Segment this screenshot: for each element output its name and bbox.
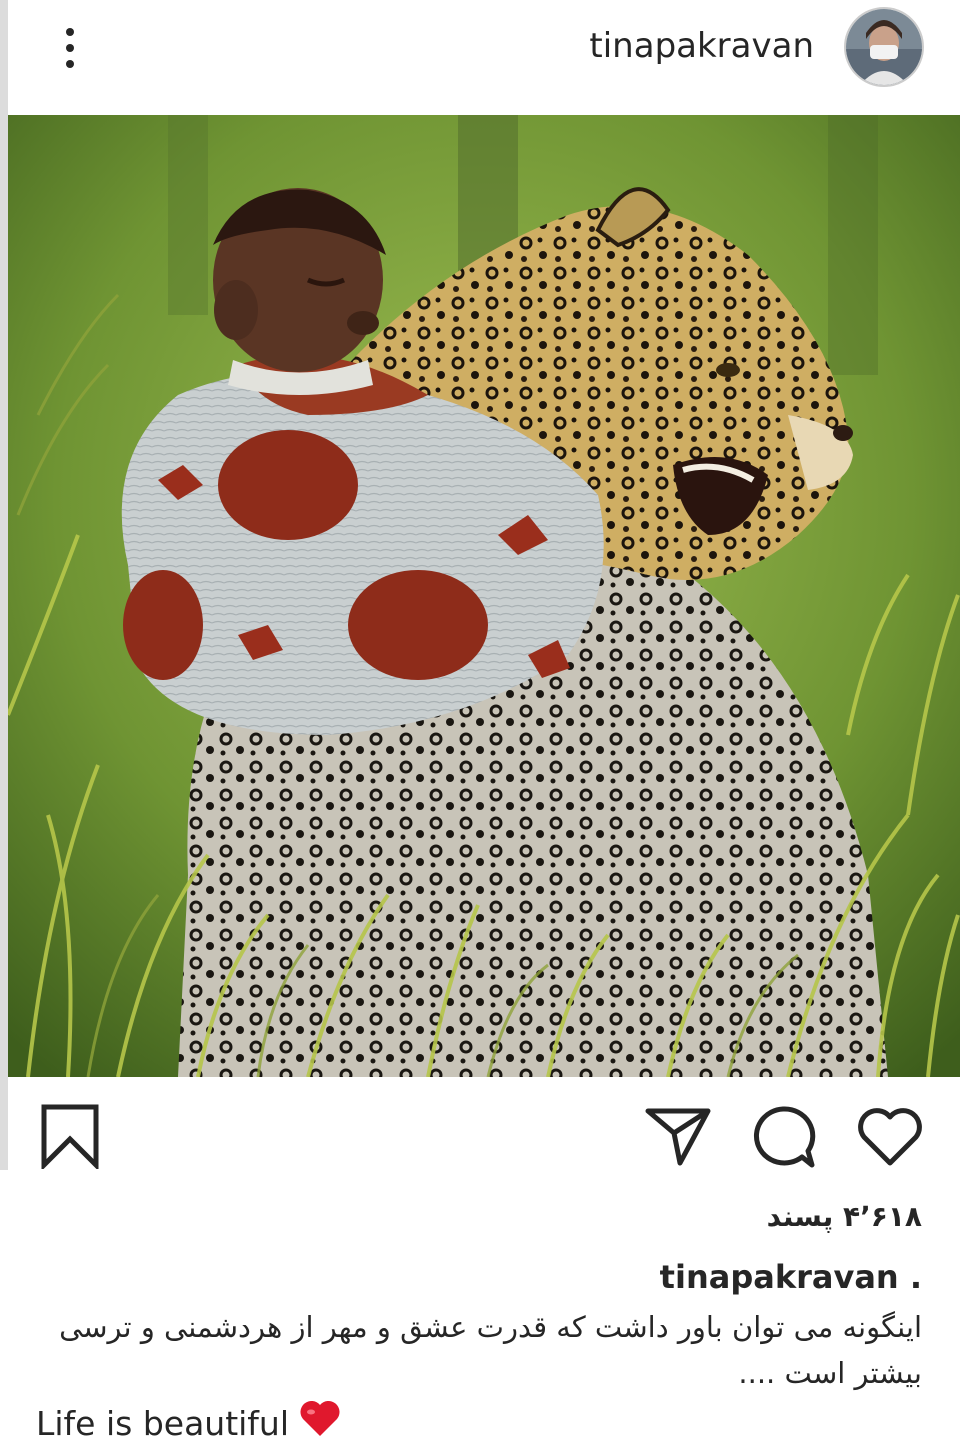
avatar[interactable] [844, 7, 924, 87]
left-edge-rail [0, 0, 8, 1170]
comment-icon[interactable] [750, 1105, 816, 1169]
caption-tagline: Life is beautiful [36, 1400, 341, 1446]
post-action-bar [8, 1077, 960, 1197]
post-header: tinapakravan [8, 0, 960, 115]
post-photo[interactable] [8, 115, 960, 1077]
red-heart-icon [299, 1400, 341, 1446]
tagline-text: Life is beautiful [36, 1403, 290, 1443]
caption-text: اینگونه می توان باور داشت که قدرت عشق و … [59, 1310, 922, 1390]
bookmark-icon[interactable] [40, 1103, 100, 1172]
more-options-icon[interactable] [52, 24, 88, 72]
heart-icon[interactable] [856, 1107, 924, 1167]
caption-username[interactable]: tinapakravan . [660, 1258, 922, 1296]
post-username[interactable]: tinapakravan [589, 26, 814, 66]
send-icon[interactable] [644, 1107, 712, 1167]
likes-count[interactable]: ۴٬۶۱۸ پسند [767, 1200, 922, 1233]
